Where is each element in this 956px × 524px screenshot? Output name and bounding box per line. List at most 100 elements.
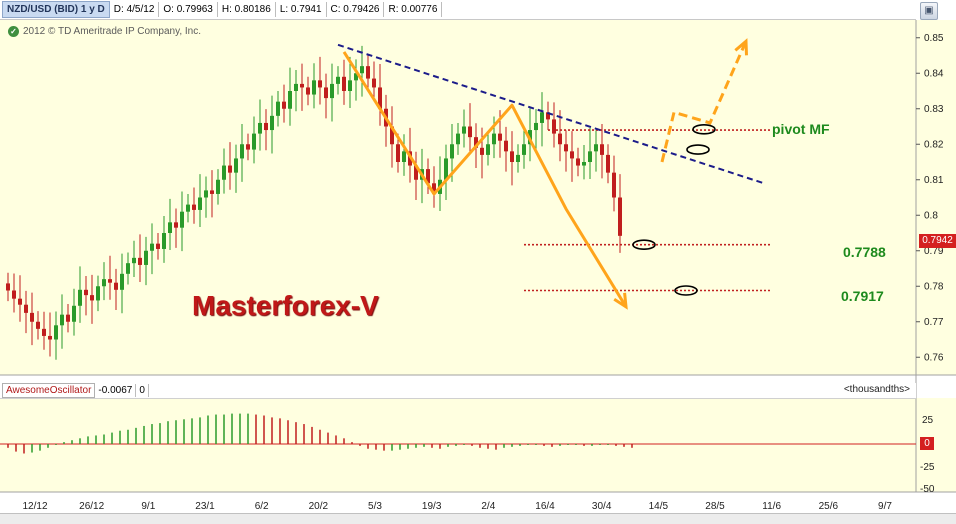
- candle-body: [588, 151, 592, 162]
- date-tick-label: 9/7: [878, 501, 892, 512]
- candle-body: [612, 172, 616, 198]
- candle-body: [270, 115, 274, 131]
- candle-body: [42, 328, 46, 336]
- candle-body: [462, 126, 466, 134]
- date-tick-label: 16/4: [535, 501, 555, 512]
- price-tick-label: 0.82: [924, 139, 944, 150]
- candle-body: [18, 298, 22, 305]
- candle-body: [456, 133, 460, 145]
- candle-body: [306, 87, 310, 95]
- oscillator-zero-marker: 0: [920, 437, 934, 450]
- pivot-label: pivot MF: [772, 121, 830, 137]
- candle-body: [186, 204, 190, 212]
- price-tick-label: 0.83: [924, 104, 944, 115]
- candle-body: [54, 325, 58, 340]
- candle-body: [552, 119, 556, 134]
- candle-body: [30, 312, 34, 322]
- candle-body: [180, 211, 184, 228]
- candle-body: [162, 233, 166, 249]
- date-tick-label: 11/6: [762, 501, 781, 512]
- candle-body: [282, 101, 286, 109]
- candle-body: [66, 314, 70, 322]
- scroll-strip[interactable]: [0, 513, 956, 524]
- candle-body: [570, 151, 574, 159]
- candle-body: [348, 80, 352, 91]
- candle-body: [534, 122, 538, 131]
- candle-body: [210, 190, 214, 194]
- candle-body: [594, 144, 598, 152]
- price-tick-label: 0.85: [924, 33, 944, 44]
- oscillator-info-bar: AwesomeOscillator -0.0067 0 <thousandths…: [0, 383, 916, 399]
- price-tick-label: 0.84: [924, 68, 944, 79]
- candle-body: [108, 279, 112, 283]
- candle-body: [336, 76, 340, 84]
- candle-body: [450, 144, 454, 159]
- candle-body: [468, 126, 472, 138]
- candle-body: [48, 335, 52, 340]
- candle-body: [138, 257, 142, 265]
- candle-body: [372, 78, 376, 88]
- copyright-text: 2012 © TD Ameritrade IP Company, Inc.: [23, 26, 202, 37]
- candle-body: [78, 289, 82, 306]
- date-axis: 12/12 26/12 9/1 23/1 6/2 20/2 5/3 19/3 2/4 16/4 30…: [22, 501, 892, 512]
- candle-body: [540, 112, 544, 123]
- candle-body: [246, 144, 250, 150]
- candle-body: [312, 80, 316, 95]
- candle-body: [204, 190, 208, 198]
- candle-body: [240, 144, 244, 159]
- date-tick-label: 26/12: [79, 501, 104, 512]
- candle-body: [222, 165, 226, 180]
- candle-body: [24, 304, 28, 313]
- candle-body: [480, 147, 484, 155]
- candle-body: [72, 305, 76, 322]
- current-price-marker: 0.7942: [919, 234, 956, 248]
- candle-body: [558, 133, 562, 145]
- candle-body: [492, 133, 496, 145]
- candle-body: [252, 133, 256, 150]
- candle-body: [132, 257, 136, 264]
- candle-body: [102, 279, 106, 287]
- price-tick-label: 0.78: [924, 281, 944, 292]
- date-tick-label: 28/5: [705, 501, 725, 512]
- candle-body: [522, 144, 526, 155]
- candle-body: [168, 222, 172, 233]
- candle-body: [396, 144, 400, 162]
- date-tick-label: 20/2: [309, 501, 329, 512]
- candle-body: [144, 250, 148, 265]
- candle-body: [324, 87, 328, 99]
- oscillator-units: <thousandths>: [843, 384, 910, 395]
- candle-body: [114, 282, 118, 290]
- candle-body: [126, 263, 130, 274]
- date-tick-label: 14/5: [649, 501, 669, 512]
- oscillator-name[interactable]: AwesomeOscillator: [2, 383, 96, 398]
- td-logo-icon: ✓: [8, 26, 19, 37]
- candle-body: [216, 179, 220, 194]
- date-tick-label: 19/3: [422, 501, 442, 512]
- candle-body: [606, 154, 610, 173]
- candle-body: [294, 83, 298, 91]
- oscillator-extra: 0: [136, 384, 149, 397]
- candle-body: [276, 101, 280, 116]
- candle-body: [300, 83, 304, 88]
- candle-body: [36, 321, 40, 329]
- candle-body: [60, 314, 64, 326]
- osc-tick-minus25: -25: [920, 462, 935, 473]
- candle-body: [510, 151, 514, 162]
- watermark-label: Masterforex-V: [192, 290, 379, 321]
- candle-body: [120, 273, 124, 290]
- candle-body: [366, 66, 370, 79]
- level-label-1: 0.7788: [843, 244, 886, 260]
- date-tick-label: 2/4: [481, 501, 495, 512]
- candle-body: [600, 144, 604, 155]
- price-tick-label: 0.8: [924, 210, 938, 221]
- candle-body: [360, 66, 364, 74]
- candle-body: [564, 144, 568, 152]
- candle-body: [258, 122, 262, 134]
- candle-body: [618, 197, 622, 236]
- candle-body: [228, 165, 232, 173]
- price-chart: 0.760.770.780.790.80.810.820.830.840.85 …: [0, 20, 956, 512]
- candle-body: [264, 122, 268, 131]
- candle-body: [12, 290, 16, 299]
- candle-body: [198, 197, 202, 210]
- price-tick-label: 0.81: [924, 175, 944, 186]
